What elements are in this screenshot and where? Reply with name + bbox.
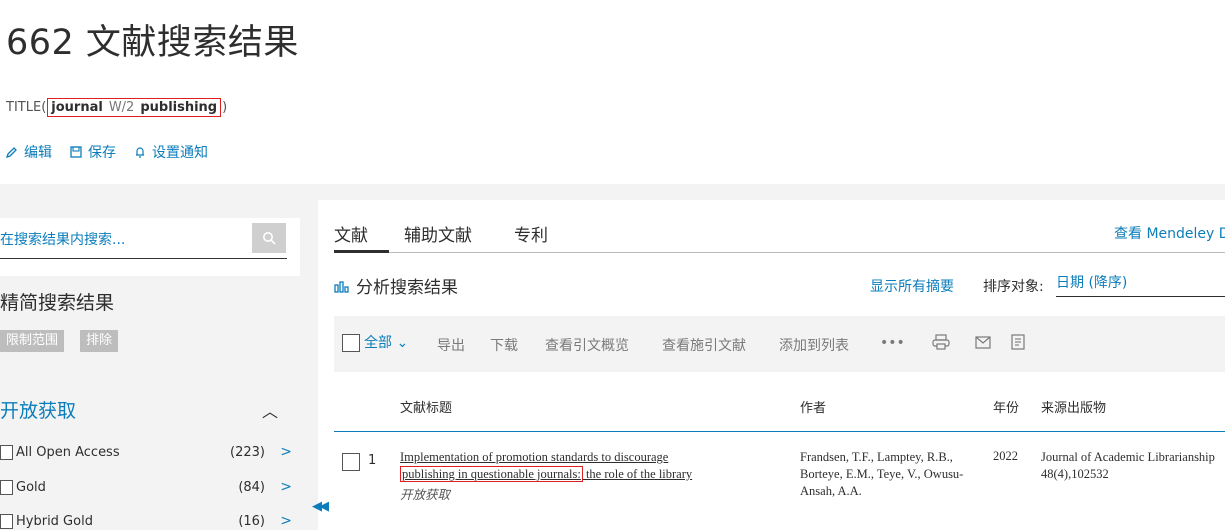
title-part: Implementation of promotion standards to… [400,450,669,464]
section-divider-band [0,184,1225,200]
sort-underline [1056,296,1225,297]
table-header-rule [334,431,1225,432]
query-term-2: publishing [140,100,218,115]
facet-count: (223) [230,444,265,460]
select-all-label: 全部 [364,335,392,351]
cited-by-button[interactable]: 查看施引文献 [662,335,746,355]
save-label: 保存 [88,145,116,161]
query-actions: 编辑 保存 设置通知 [6,142,208,162]
column-header-authors[interactable]: 作者 [800,397,826,416]
facet-item-hybrid-gold[interactable]: Hybrid Gold (16) > [0,511,300,531]
export-button[interactable]: 导出 [437,335,465,355]
chevron-down-icon: ⌄ [396,335,409,351]
query-operator: W/2 [108,100,135,115]
save-button[interactable]: 保存 [70,142,116,162]
column-header-source[interactable]: 来源出版物 [1041,397,1106,416]
source-detail: 48(4),102532 [1041,467,1109,481]
show-all-abstracts-link[interactable]: 显示所有摘要 [870,276,954,296]
tab-documents[interactable]: 文献 [334,221,368,246]
sort-select[interactable]: 日期 (降序) [1056,272,1127,292]
chevron-right-icon[interactable]: > [280,479,292,495]
facet-count: (84) [238,479,265,495]
facet-item-all-open-access[interactable]: All Open Access (223) > [0,442,300,462]
bell-icon [136,147,144,158]
set-alert-label: 设置通知 [152,145,208,161]
query-field: TITLE [6,100,42,115]
chevron-right-icon[interactable]: > [280,444,292,460]
query-close-paren: ) [222,100,228,115]
facet-checkbox[interactable] [0,479,13,495]
author-list[interactable]: Frandsen, T.F., Lamptey, R.B., Borteye, … [800,449,985,500]
source-title[interactable]: Journal of Academic Librarianship 48(4),… [1041,449,1221,483]
more-options-button[interactable]: ••• [880,335,905,351]
result-number: 1 [368,453,377,468]
column-header-year[interactable]: 年份 [993,397,1019,416]
facet-label: All Open Access [16,444,120,460]
email-icon[interactable] [975,336,991,349]
select-all-checkbox[interactable] [342,334,360,352]
query-open-paren: ( [41,100,47,115]
collapse-sidebar-icon[interactable]: ◀◀ [312,499,329,514]
tab-secondary-documents[interactable]: 辅助文献 [404,221,472,246]
facet-label: Gold [16,479,46,495]
active-tab-indicator [334,250,389,253]
open-access-badge: 开放获取 [400,487,451,502]
page-title: 662 文献搜索结果 [6,23,299,63]
facet-count: (16) [238,513,265,529]
facet-checkbox[interactable] [0,513,13,529]
bibliography-icon[interactable] [1011,334,1025,350]
analyze-results-link[interactable]: 分析搜索结果 [334,273,458,298]
chevron-right-icon[interactable]: > [280,513,292,529]
facet-checkbox[interactable] [0,444,13,460]
search-within-underline [0,258,287,259]
pencil-icon [6,147,17,158]
bar-chart-icon [334,280,349,293]
facet-item-gold[interactable]: Gold (84) > [0,477,300,497]
column-header-title[interactable]: 文献标题 [400,397,452,416]
source-name: Journal of Academic Librarianship [1041,450,1215,464]
set-alert-button[interactable]: 设置通知 [134,142,208,162]
limit-to-button[interactable]: 限制范围 [0,330,65,352]
add-to-list-button[interactable]: 添加到列表 [779,335,849,355]
download-button[interactable]: 下载 [490,335,518,355]
title-part: the role of the library [582,467,693,481]
chevron-up-icon[interactable]: ︿ [262,398,278,422]
sort-label: 排序对象: [983,279,1044,295]
publication-year: 2022 [993,449,1018,463]
analyze-label: 分析搜索结果 [356,278,458,298]
view-mendeley-link[interactable]: 查看 Mendeley D [1114,223,1225,243]
save-icon [70,146,82,158]
query-term-1: journal [51,100,103,115]
tab-patents[interactable]: 专利 [514,221,548,246]
search-icon [263,232,276,245]
select-all-dropdown[interactable]: 全部 ⌄ [364,332,408,352]
edit-button[interactable]: 编辑 [6,142,52,162]
search-within-button[interactable] [252,223,286,253]
facet-label: Hybrid Gold [16,513,93,529]
edit-label: 编辑 [24,145,52,161]
refine-title: 精简搜索结果 [0,292,115,314]
query-highlight-box: journal W/2 publishing [47,98,222,117]
title-highlight-box: publishing in questionable journals: [400,466,583,482]
document-title-link[interactable]: Implementation of promotion standards to… [400,449,780,483]
tab-rule [334,252,1225,253]
print-icon[interactable] [932,334,950,350]
open-access-facet-title[interactable]: 开放获取 [0,396,76,423]
search-within-input[interactable]: 在搜索结果内搜索... [0,229,240,249]
search-query: TITLE ( journal W/2 publishing ) [6,98,227,117]
exclude-button[interactable]: 排除 [80,330,119,352]
citation-overview-button[interactable]: 查看引文概览 [545,335,629,355]
result-checkbox[interactable] [342,453,360,471]
